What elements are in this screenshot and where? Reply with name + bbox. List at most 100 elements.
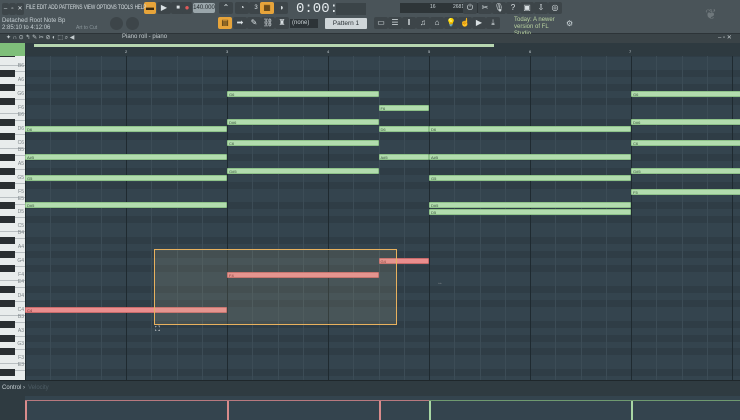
velocity-bar[interactable] bbox=[25, 401, 27, 420]
note[interactable]: G6 bbox=[227, 91, 379, 98]
note[interactable]: D5 bbox=[429, 209, 631, 216]
piano-roll-title[interactable]: Piano roll - piano bbox=[122, 34, 167, 40]
window-controls[interactable]: – ▫ ✕ bbox=[718, 34, 732, 41]
plugin-picker-icon[interactable]: ⌂ bbox=[430, 17, 444, 29]
note[interactable]: A#5 bbox=[429, 153, 631, 160]
black-key[interactable] bbox=[0, 299, 15, 307]
record-button[interactable]: ● bbox=[182, 2, 192, 14]
black-key[interactable] bbox=[0, 320, 15, 328]
black-key[interactable] bbox=[0, 153, 15, 161]
velocity-bar[interactable] bbox=[429, 401, 431, 420]
bulb-icon[interactable]: 💡 bbox=[444, 17, 458, 29]
tempo-display[interactable]: 140.000 bbox=[193, 3, 215, 13]
note[interactable]: F6 bbox=[378, 105, 429, 112]
black-key[interactable] bbox=[0, 98, 15, 106]
master-volume-knob[interactable] bbox=[110, 17, 123, 30]
black-key[interactable] bbox=[0, 181, 15, 189]
note[interactable]: G5 bbox=[429, 174, 631, 181]
velocity-bar[interactable] bbox=[631, 401, 633, 420]
menu-help[interactable]: HELP bbox=[135, 4, 147, 11]
pattern-selector[interactable]: Pattern 1 bbox=[325, 18, 367, 29]
help-icon[interactable]: ? bbox=[506, 2, 520, 14]
restore-icon[interactable]: ▫ bbox=[9, 3, 16, 15]
draw-icon[interactable]: ✎ bbox=[247, 17, 261, 29]
download-icon[interactable]: ⤓ bbox=[486, 17, 500, 29]
save-icon[interactable]: ▣ bbox=[520, 2, 534, 14]
black-key[interactable] bbox=[0, 334, 15, 342]
black-key[interactable] bbox=[0, 132, 15, 140]
note[interactable]: D6 bbox=[429, 126, 631, 132]
note[interactable]: G5 bbox=[25, 174, 227, 181]
note[interactable]: D#5 bbox=[25, 202, 227, 209]
metronome-icon[interactable]: ⌃ bbox=[219, 2, 233, 14]
black-key[interactable] bbox=[0, 251, 15, 259]
note[interactable]: D#6 bbox=[631, 119, 740, 126]
black-key[interactable] bbox=[0, 237, 15, 245]
touch-icon[interactable]: ☝ bbox=[458, 17, 472, 29]
note[interactable]: D6 bbox=[378, 126, 429, 132]
menu-patterns[interactable]: PATTERNS bbox=[59, 4, 82, 11]
black-key[interactable] bbox=[0, 70, 15, 78]
note[interactable]: D6 bbox=[25, 126, 227, 132]
note[interactable]: G6 bbox=[631, 91, 740, 98]
pattern-select[interactable]: (none) bbox=[290, 19, 318, 28]
snap-icon[interactable]: ➡ bbox=[233, 17, 247, 29]
note[interactable]: C6 bbox=[631, 139, 740, 146]
piano-roll-icon[interactable]: ♫ bbox=[416, 17, 430, 29]
render-icon[interactable]: ⇩ bbox=[534, 2, 548, 14]
tuner-icon[interactable]: ✂ bbox=[478, 2, 492, 14]
black-key[interactable] bbox=[0, 119, 15, 127]
step-edit-icon[interactable]: ▦ bbox=[260, 2, 274, 14]
velocity-bar[interactable] bbox=[227, 401, 229, 420]
velocity-bar[interactable] bbox=[378, 401, 381, 420]
note-grid[interactable]: D6 A#5 G5 D#5 C4 G6 D#6 C6 G#5 F4 F6 D6 A#5 G4 D6 A#5 G5… bbox=[25, 56, 740, 380]
menu-file[interactable]: FILE bbox=[26, 4, 35, 11]
close-icon[interactable]: ✕ bbox=[16, 3, 24, 15]
black-key[interactable] bbox=[0, 369, 15, 377]
menu-add[interactable]: ADD bbox=[48, 4, 58, 11]
target-channel-icon[interactable] bbox=[0, 43, 25, 56]
master-pitch-knob[interactable] bbox=[126, 17, 139, 30]
mixer-icon[interactable]: ‖ bbox=[402, 17, 416, 29]
gear-icon[interactable]: ⚙ bbox=[566, 19, 573, 28]
horizontal-scrollbar[interactable] bbox=[34, 44, 494, 47]
key-label: B6 bbox=[17, 63, 24, 70]
black-key[interactable] bbox=[0, 202, 15, 210]
note[interactable]: G#5 bbox=[227, 167, 379, 174]
microphone-icon[interactable]: 🎙 bbox=[492, 2, 506, 14]
black-key[interactable] bbox=[0, 265, 15, 272]
note[interactable]: C6 bbox=[227, 139, 379, 146]
wait-input-icon[interactable]: ◔ bbox=[235, 2, 249, 14]
black-key[interactable] bbox=[0, 84, 15, 92]
black-key[interactable] bbox=[0, 348, 15, 356]
menu-options[interactable]: OPTIONS bbox=[97, 4, 117, 11]
key-label: G3 bbox=[17, 341, 24, 348]
playlist-icon[interactable]: ▤ bbox=[218, 17, 232, 29]
menu-edit[interactable]: EDIT bbox=[37, 4, 47, 11]
black-key[interactable] bbox=[0, 216, 15, 224]
note[interactable]: D#5 bbox=[429, 202, 631, 209]
control-selector[interactable]: Control › bbox=[2, 385, 25, 391]
menu-view[interactable]: VIEW bbox=[84, 4, 96, 11]
black-key[interactable] bbox=[0, 56, 15, 57]
black-key[interactable] bbox=[0, 285, 15, 293]
piano-keyboard[interactable]: B6 A6 G6 F6 E6 D6 C6 B5 A5 G5 F5 E5 D5 C5 B4 A4 G4 F4 E4 D4… bbox=[0, 56, 25, 380]
channel-rack-icon[interactable]: ☰ bbox=[388, 17, 402, 29]
minimize-icon[interactable]: – bbox=[2, 3, 9, 15]
note[interactable]: A#5 bbox=[25, 153, 227, 160]
menu-tools[interactable]: TOOLS bbox=[118, 4, 133, 11]
note[interactable]: A#5 bbox=[378, 153, 429, 160]
play-button[interactable]: ▶ bbox=[157, 2, 171, 14]
tools-icons[interactable]: ✦ ∩ ⊙ ↰ ✎ ✂ ⊘ ◐ ⬚ ⌕ ◀ bbox=[6, 34, 74, 42]
note[interactable]: D#6 bbox=[227, 119, 379, 126]
stamp-icon[interactable]: ♜ bbox=[275, 17, 289, 29]
note[interactable]: F5 bbox=[631, 188, 740, 195]
blend-notes-icon[interactable]: ◑ bbox=[274, 2, 288, 14]
browser-icon[interactable]: ▭ bbox=[374, 17, 388, 29]
video-icon[interactable]: ▶ bbox=[472, 17, 486, 29]
note[interactable]: G#5 bbox=[631, 167, 740, 174]
link-icon[interactable]: ⛓ bbox=[261, 17, 275, 29]
online-icon[interactable]: ⏻ bbox=[463, 2, 477, 14]
black-key[interactable] bbox=[0, 167, 15, 175]
chat-icon[interactable]: ◎ bbox=[548, 2, 562, 14]
